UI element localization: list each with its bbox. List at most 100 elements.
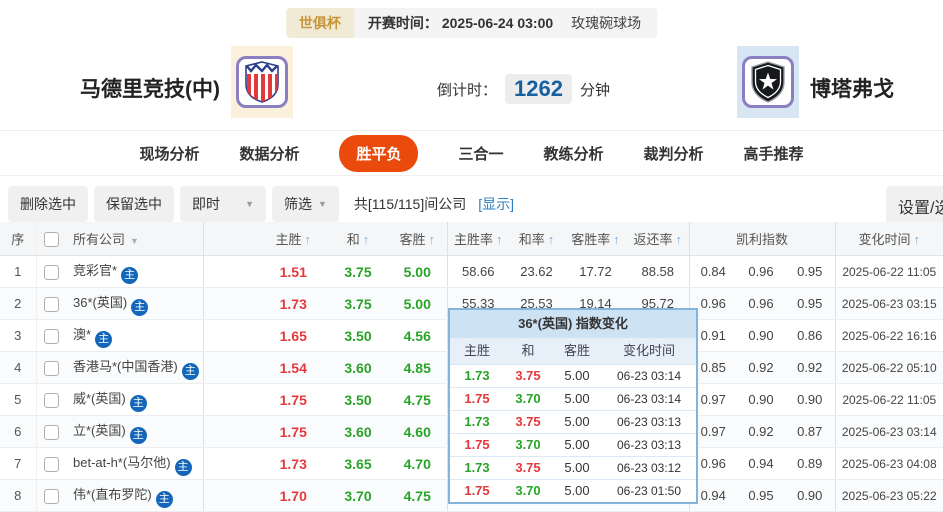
col-header-label-away[interactable]: 客胜 xyxy=(399,232,425,247)
odds-home[interactable]: 1.51 xyxy=(203,256,328,288)
odds-draw[interactable]: 3.65 xyxy=(328,448,388,480)
tab-win-draw-loss[interactable]: 胜平负 xyxy=(339,135,418,172)
popup-row: 1.733.755.0006-23 03:14 xyxy=(450,365,696,388)
sort-arrow-icon[interactable]: ↑ xyxy=(305,232,312,247)
col-header-label-away_rate[interactable]: 客胜率 xyxy=(571,232,610,247)
rate-cell: 88.58 xyxy=(627,256,689,288)
odds-draw[interactable]: 3.70 xyxy=(328,480,388,512)
tab-bar: 现场分析 数据分析 胜平负 三合一 教练分析 裁判分析 高手推荐 xyxy=(0,130,943,176)
odds-draw[interactable]: 3.60 xyxy=(328,352,388,384)
sort-arrow-icon[interactable]: ↑ xyxy=(914,232,921,247)
col-header-label-home_rate[interactable]: 主胜率 xyxy=(454,232,493,247)
odds-away[interactable]: 5.00 xyxy=(388,256,447,288)
popup-odds-home: 1.73 xyxy=(450,365,504,387)
main-company-badge: 主 xyxy=(130,427,147,444)
company-count: 共[115/115]间公司 xyxy=(354,194,466,214)
sort-arrow-icon[interactable]: ↑ xyxy=(613,232,620,247)
company-cell: 澳*主 xyxy=(66,320,203,352)
chevron-down-icon[interactable]: ▼ xyxy=(130,236,139,246)
popup-odds-away: 5.00 xyxy=(552,388,602,410)
keep-selected-button[interactable]: 保留选中 xyxy=(94,186,174,222)
kickoff-time: 开赛时间：2025-06-24 03:00 xyxy=(368,13,557,33)
popup-col-header: 变化时间 xyxy=(602,338,696,364)
row-checkbox[interactable] xyxy=(44,361,59,376)
tab-coach-analysis[interactable]: 教练分析 xyxy=(544,136,604,171)
select-all-cell xyxy=(36,222,66,256)
popup-body: 1.733.755.0006-23 03:141.753.705.0006-23… xyxy=(450,365,696,502)
match-info-bar: 世俱杯 开赛时间：2025-06-24 03:00 玫瑰碗球场 xyxy=(286,8,657,38)
tab-referee-analysis[interactable]: 裁判分析 xyxy=(644,136,704,171)
select-all-checkbox[interactable] xyxy=(44,232,59,247)
sort-arrow-icon[interactable]: ↑ xyxy=(429,232,436,247)
odds-away[interactable]: 4.75 xyxy=(388,384,447,416)
kelly-cell: 0.89 xyxy=(785,448,835,480)
row-checkbox[interactable] xyxy=(44,425,59,440)
odds-away[interactable]: 4.85 xyxy=(388,352,447,384)
odds-away[interactable]: 4.56 xyxy=(388,320,447,352)
odds-home[interactable]: 1.54 xyxy=(203,352,328,384)
main-company-badge: 主 xyxy=(175,459,192,476)
main-company-badge: 主 xyxy=(182,363,199,380)
change-time: 2025-06-22 05:10 xyxy=(835,352,943,384)
odds-home[interactable]: 1.73 xyxy=(203,448,328,480)
tab-live-analysis[interactable]: 现场分析 xyxy=(139,136,199,171)
sort-arrow-icon[interactable]: ↑ xyxy=(548,232,555,247)
show-link[interactable]: [显示] xyxy=(478,194,514,214)
row-checkbox[interactable] xyxy=(44,457,59,472)
sort-arrow-icon[interactable]: ↑ xyxy=(496,232,503,247)
col-header-label-draw[interactable]: 和 xyxy=(347,232,360,247)
col-header-label-draw_rate[interactable]: 和率 xyxy=(519,232,545,247)
odds-away[interactable]: 5.00 xyxy=(388,288,447,320)
delete-selected-button[interactable]: 删除选中 xyxy=(8,186,88,222)
company-name[interactable]: 竞彩官* xyxy=(73,263,117,278)
company-cell: 竞彩官* 主 xyxy=(66,256,203,288)
col-header-label-payout[interactable]: 返还率 xyxy=(633,232,672,247)
live-dropdown-label: 即时 xyxy=(192,194,220,214)
sort-arrow-icon[interactable]: ↑ xyxy=(363,232,370,247)
main-company-badge: 主 xyxy=(121,267,138,284)
filter-dropdown[interactable]: 筛选▼ xyxy=(272,186,339,222)
odds-away[interactable]: 4.60 xyxy=(388,416,447,448)
odds-away[interactable]: 4.75 xyxy=(388,480,447,512)
odds-draw[interactable]: 3.50 xyxy=(328,384,388,416)
tab-three-in-one[interactable]: 三合一 xyxy=(458,136,503,171)
tab-expert-picks[interactable]: 高手推荐 xyxy=(744,136,804,171)
odds-home[interactable]: 1.65 xyxy=(203,320,328,352)
odds-draw[interactable]: 3.75 xyxy=(328,288,388,320)
settings-button[interactable]: 设置/选择 xyxy=(886,186,943,226)
odds-draw[interactable]: 3.60 xyxy=(328,416,388,448)
col-header-label-company[interactable]: 所有公司 xyxy=(73,232,125,247)
odds-home[interactable]: 1.75 xyxy=(203,416,328,448)
odds-home[interactable]: 1.70 xyxy=(203,480,328,512)
col-header-label-time[interactable]: 变化时间 xyxy=(858,232,910,247)
row-checkbox[interactable] xyxy=(44,297,59,312)
company-name[interactable]: 36*(英国) xyxy=(73,295,127,310)
tab-data-analysis[interactable]: 数据分析 xyxy=(239,136,299,171)
company-name[interactable]: 澳* xyxy=(73,327,91,342)
odds-away[interactable]: 4.70 xyxy=(388,448,447,480)
live-dropdown[interactable]: 即时▼ xyxy=(180,186,266,222)
company-name[interactable]: 伟*(直布罗陀) xyxy=(73,487,152,502)
sort-arrow-icon[interactable]: ↑ xyxy=(676,232,683,247)
kelly-cell: 0.90 xyxy=(785,480,835,512)
checkbox-cell xyxy=(36,384,66,416)
row-checkbox[interactable] xyxy=(44,489,59,504)
company-name[interactable]: bet-at-h*(马尔他) xyxy=(73,455,171,470)
col-header-label-home[interactable]: 主胜 xyxy=(275,232,301,247)
row-checkbox[interactable] xyxy=(44,265,59,280)
company-name[interactable]: 香港马*(中国香港) xyxy=(73,359,178,374)
kelly-cell: 0.90 xyxy=(737,320,785,352)
odds-draw[interactable]: 3.75 xyxy=(328,256,388,288)
countdown: 倒计时： 1262 分钟 xyxy=(437,74,610,104)
odds-draw[interactable]: 3.50 xyxy=(328,320,388,352)
kelly-cell: 0.84 xyxy=(689,256,737,288)
popup-row: 1.733.755.0006-23 03:12 xyxy=(450,457,696,480)
row-checkbox[interactable] xyxy=(44,329,59,344)
row-checkbox[interactable] xyxy=(44,393,59,408)
company-name[interactable]: 立*(英国) xyxy=(73,423,126,438)
odds-home[interactable]: 1.73 xyxy=(203,288,328,320)
popup-odds-away: 5.00 xyxy=(552,434,602,456)
odds-home[interactable]: 1.75 xyxy=(203,384,328,416)
company-name[interactable]: 威*(英国) xyxy=(73,391,126,406)
popup-col-header: 客胜 xyxy=(552,338,602,364)
